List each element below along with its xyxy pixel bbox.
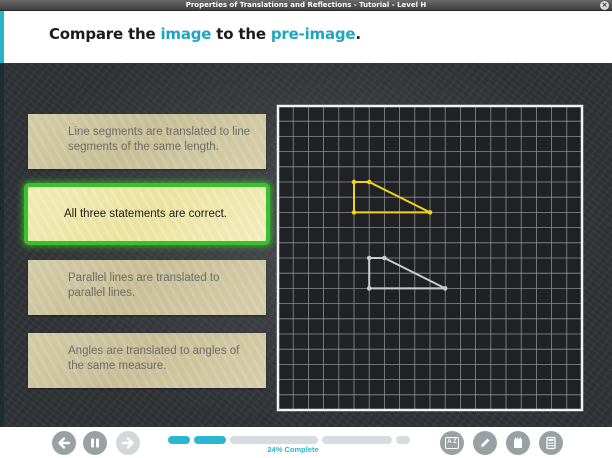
image-shape-vertex xyxy=(366,179,372,185)
pre-image-shape-vertex xyxy=(366,286,372,291)
progress-label: 24% Complete xyxy=(267,445,319,454)
pause-icon xyxy=(91,438,99,448)
answer-choice-1[interactable]: Line segments are translated to line seg… xyxy=(28,114,266,169)
question-prompt: Compare the image to the pre-image. xyxy=(49,25,361,43)
pre-image-shape-vertex xyxy=(442,286,448,291)
image-shape-vertex xyxy=(351,179,357,185)
prompt-text-3: . xyxy=(355,25,361,43)
arrow-right-icon xyxy=(121,437,134,449)
pre-image-shape-vertex xyxy=(366,255,372,261)
progress-segment xyxy=(396,436,410,444)
prompt-text-1: Compare the xyxy=(49,25,161,43)
pencil-button[interactable] xyxy=(473,431,497,455)
answer-choice-3[interactable]: Parallel lines are translated to paralle… xyxy=(28,260,266,315)
prompt-image-word: image xyxy=(160,25,212,43)
prompt-text-2: to the xyxy=(211,25,271,43)
pre-image-shape-vertex xyxy=(382,255,387,261)
answer-choice-4[interactable]: Angles are translated to angles of the s… xyxy=(28,333,266,388)
bottom-toolbar: 24% Complete A Z xyxy=(0,427,612,458)
answer-choice-label: Line segments are translated to line seg… xyxy=(68,126,251,153)
progress-segment xyxy=(322,436,392,444)
window-title-bar: Properties of Translations and Reflectio… xyxy=(0,0,612,11)
question-header: Compare the image to the pre-image. xyxy=(4,11,612,63)
forward-button[interactable] xyxy=(116,431,140,455)
notepad-icon xyxy=(514,437,522,448)
glossary-icon-label: A Z xyxy=(447,439,457,445)
calculator-icon xyxy=(546,436,556,450)
progress-bar xyxy=(168,436,410,444)
image-shape-vertex xyxy=(427,210,433,215)
answer-choice-label: Angles are translated to angles of the s… xyxy=(68,345,240,372)
pencil-icon xyxy=(481,438,490,447)
prompt-preimage-word: pre-image xyxy=(270,25,356,43)
close-icon[interactable]: × xyxy=(600,1,609,10)
answer-choice-2[interactable]: All three statements are correct. xyxy=(24,183,270,245)
coordinate-grid xyxy=(276,104,584,412)
progress-segment xyxy=(168,436,190,444)
back-button[interactable] xyxy=(52,431,76,455)
window-title: Properties of Translations and Reflectio… xyxy=(185,1,427,9)
grid-canvas xyxy=(276,104,584,412)
progress-segment xyxy=(230,436,318,444)
calculator-button[interactable] xyxy=(539,431,563,455)
arrow-left-icon xyxy=(58,437,71,449)
notepad-button[interactable] xyxy=(506,431,530,455)
glossary-button[interactable]: A Z xyxy=(440,431,464,455)
answer-choice-label: All three statements are correct. xyxy=(64,207,227,220)
pause-button[interactable] xyxy=(83,431,107,455)
answer-choice-label: Parallel lines are translated to paralle… xyxy=(68,272,220,299)
glossary-icon: A Z xyxy=(445,437,459,449)
image-shape-vertex xyxy=(351,210,357,215)
progress-segment xyxy=(194,436,226,444)
